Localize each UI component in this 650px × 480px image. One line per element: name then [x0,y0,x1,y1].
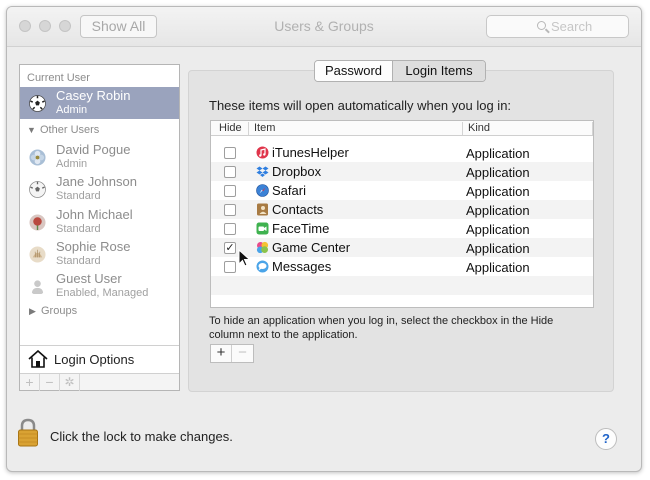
table-row[interactable]: Dropbox Application [211,162,593,181]
hide-checkbox[interactable] [224,204,236,216]
user-role: Standard [56,223,101,235]
messages-icon [256,260,269,273]
app-kind: Application [466,241,530,256]
hide-checkbox[interactable] [224,261,236,273]
safari-icon [256,184,269,197]
groups-header[interactable]: Groups [41,305,77,317]
user-jane-johnson[interactable]: Jane Johnson Standard [20,173,179,205]
table-row[interactable]: FaceTime Application [211,219,593,238]
column-hide[interactable]: Hide [219,122,242,134]
person-silhouette-icon [31,280,44,295]
flower-avatar-icon [29,149,46,166]
login-options-item[interactable]: Login Options [20,345,179,373]
tab-password[interactable]: Password [315,61,393,81]
hide-checkbox[interactable] [224,166,236,178]
user-john-michael[interactable]: John Michael Standard [20,206,179,238]
table-row[interactable]: Contacts Application [211,200,593,219]
app-kind: Application [466,203,530,218]
table-row[interactable]: iTunesHelper Application [211,143,593,162]
user-casey-robin[interactable]: Casey Robin Admin [20,87,179,119]
shell-avatar-icon [29,246,46,263]
user-role: Enabled, Managed [56,287,149,299]
users-toolbar: + − ✲ [20,373,179,391]
table-header: Hide Item Kind [211,121,593,136]
contacts-icon [257,203,268,216]
app-kind: Application [466,222,530,237]
game-center-icon [256,241,269,254]
user-name: John Michael [56,207,133,222]
lock-icon[interactable] [17,418,39,448]
groups-disclosure-icon[interactable]: ▶ [29,306,36,317]
column-kind[interactable]: Kind [468,122,490,134]
search-icon [537,21,546,30]
app-name: iTunesHelper [272,145,349,160]
app-kind: Application [466,184,530,199]
column-item[interactable]: Item [254,122,275,134]
user-name: Casey Robin [56,88,131,103]
login-items-table: Hide Item Kind iTunesHelper Application … [210,120,594,308]
user-role: Standard [56,255,101,267]
dropbox-icon [256,166,269,177]
column-divider [592,122,593,135]
column-divider [462,122,463,135]
current-user-header: Current User [27,72,90,84]
remove-user-button[interactable]: − [40,374,60,391]
table-row[interactable]: ✓ Game Center Application [211,238,593,257]
app-kind: Application [466,146,530,161]
gear-icon[interactable]: ✲ [60,374,80,391]
search-placeholder: Search [551,19,593,34]
user-role: Admin [56,158,88,170]
hide-checkbox[interactable]: ✓ [224,242,236,254]
login-options-label: Login Options [54,352,135,367]
column-divider [248,122,249,135]
hide-checkbox[interactable] [224,223,236,235]
user-sophie-rose[interactable]: Sophie Rose Standard [20,238,179,270]
lock-message: Click the lock to make changes. [50,429,233,444]
user-name: Jane Johnson [56,174,137,189]
app-name: Messages [272,259,332,274]
soccer-ball-avatar-icon [29,181,46,198]
app-name: Dropbox [272,164,322,179]
rose-avatar-icon [29,214,46,231]
user-role: Standard [56,190,101,202]
hide-checkbox[interactable] [224,147,236,159]
table-row[interactable]: Messages Application [211,257,593,276]
empty-row [211,276,593,295]
pane-tabs: Password Login Items [314,60,486,82]
user-role: Admin [56,104,88,116]
house-icon [28,350,48,368]
user-guest[interactable]: Guest User Enabled, Managed [20,270,179,302]
user-name: Sophie Rose [56,239,131,254]
user-name: David Pogue [56,142,131,157]
users-list: Current User Casey Robin Admin ▼ Other U… [19,64,180,391]
hide-checkbox[interactable] [224,185,236,197]
add-user-button[interactable]: + [20,374,40,391]
remove-login-item-button[interactable]: − [232,345,253,362]
mouse-pointer-icon [238,249,251,267]
hide-hint-text: To hide an application when you log in, … [209,315,554,341]
app-name: FaceTime [272,221,330,236]
search-field[interactable]: Search [486,15,629,38]
title-bar: Show All Users & Groups Search [7,7,641,47]
user-david-pogue[interactable]: David Pogue Admin [20,141,179,173]
user-name: Guest User [56,271,122,286]
facetime-icon [256,222,269,235]
app-kind: Application [466,260,530,275]
table-row[interactable]: Safari Application [211,181,593,200]
soccer-ball-avatar-icon [29,95,46,112]
itunes-icon [256,146,269,159]
app-name: Game Center [272,240,351,255]
login-items-intro: These items will open automatically when… [209,98,512,113]
app-name: Contacts [272,202,324,217]
other-users-header: Other Users [40,124,100,136]
help-button[interactable]: ? [595,428,617,450]
add-login-item-button[interactable]: + [211,345,232,362]
other-users-disclosure-icon[interactable]: ▼ [27,125,36,135]
app-name: Safari [272,183,306,198]
login-items-add-remove: + − [210,344,254,363]
app-kind: Application [466,165,530,180]
tab-login-items[interactable]: Login Items [393,61,485,81]
